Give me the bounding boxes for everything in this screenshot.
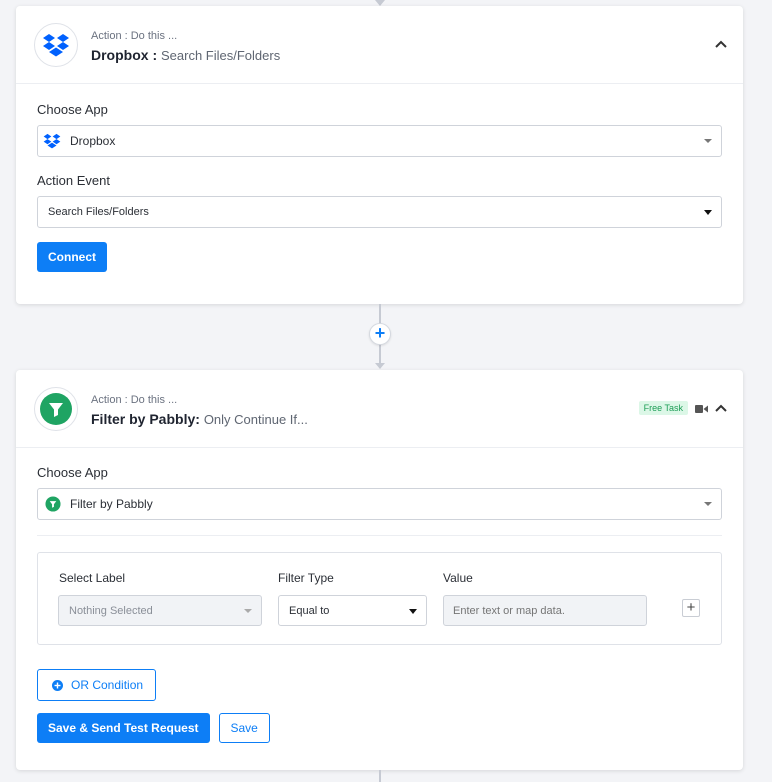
filter-logo (34, 387, 78, 431)
free-task-badge: Free Task (638, 401, 688, 415)
step-body: Choose App Filter by Pabbly Select Label… (16, 448, 743, 763)
chevron-up-icon[interactable] (713, 36, 729, 52)
connect-button[interactable]: Connect (37, 242, 107, 272)
choose-app-select[interactable]: Filter by Pabbly (37, 488, 722, 520)
action-event-select[interactable]: Search Files/Folders (37, 196, 722, 228)
filter-condition-box: Select Label Filter Type Value Nothing S… (37, 552, 722, 645)
select-label-header: Select Label (59, 571, 126, 585)
filter-type-dropdown[interactable]: Equal to (278, 595, 427, 626)
event-subtitle: Search Files/Folders (161, 48, 281, 63)
chevron-down-icon (704, 139, 712, 143)
app-name: Filter by Pabbly: (91, 411, 200, 427)
save-button[interactable]: Save (218, 713, 270, 743)
action-event-value: Search Files/Folders (48, 206, 149, 218)
action-event-label: Action Event (37, 173, 110, 188)
add-filter-button[interactable]: + (682, 599, 700, 617)
step-header[interactable]: Action : Do this ... Dropbox : Search Fi… (16, 6, 743, 84)
step-title: Filter by Pabbly: Only Continue If... (91, 411, 308, 427)
chevron-down-icon (704, 502, 712, 506)
chevron-up-icon[interactable] (713, 400, 729, 416)
value-input[interactable] (443, 595, 647, 626)
value-header: Value (443, 571, 473, 585)
filter-icon (45, 496, 61, 512)
dropbox-icon (43, 34, 69, 57)
select-label-value: Nothing Selected (69, 604, 153, 617)
choose-app-value: Filter by Pabbly (70, 497, 153, 511)
chevron-down-icon (704, 210, 712, 215)
divider (37, 535, 722, 536)
action-buttons: Save & Send Test Request Save (37, 713, 722, 743)
dropbox-icon (43, 133, 61, 149)
choose-app-value: Dropbox (70, 134, 116, 148)
step-card-filter: Action : Do this ... Filter by Pabbly: O… (16, 370, 743, 770)
step-title: Dropbox : Search Files/Folders (91, 47, 280, 63)
select-label-dropdown[interactable]: Nothing Selected (58, 595, 262, 626)
connector-middle-arrow (375, 363, 385, 369)
choose-app-label: Choose App (37, 465, 108, 480)
step-header[interactable]: Action : Do this ... Filter by Pabbly: O… (16, 370, 743, 448)
event-subtitle: Only Continue If... (203, 412, 308, 427)
step-kind: Action : Do this ... (91, 30, 178, 42)
dropbox-logo (34, 23, 78, 67)
connector-bottom (379, 770, 381, 782)
or-condition-button[interactable]: OR Condition (37, 669, 157, 701)
plus-circle-icon (52, 679, 63, 691)
filter-type-header: Filter Type (278, 571, 334, 585)
app-name: Dropbox : (91, 47, 158, 63)
chevron-down-icon (244, 609, 252, 613)
add-step-button[interactable]: + (369, 323, 391, 345)
filter-icon (40, 393, 72, 425)
save-send-test-button[interactable]: Save & Send Test Request (37, 713, 210, 743)
step-body: Choose App Dropbox Action Event Search F… (16, 84, 743, 292)
filter-type-value: Equal to (289, 604, 330, 617)
chevron-down-icon (409, 609, 417, 614)
or-condition-label: OR Condition (71, 678, 144, 692)
step-card-dropbox: Action : Do this ... Dropbox : Search Fi… (16, 6, 743, 304)
step-kind: Action : Do this ... (91, 394, 178, 406)
choose-app-label: Choose App (37, 102, 108, 117)
choose-app-select[interactable]: Dropbox (37, 125, 722, 157)
video-camera-icon[interactable] (695, 404, 708, 414)
